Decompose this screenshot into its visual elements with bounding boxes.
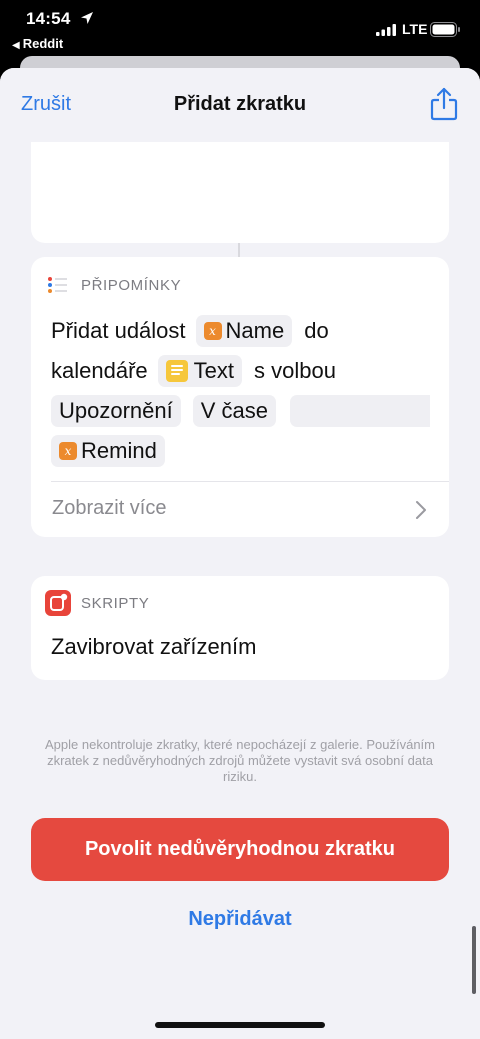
category-label: SKRIPTY (81, 594, 150, 612)
reminders-category: PŘIPOMÍNKY (47, 275, 181, 295)
action-verb: Přidat událost (51, 318, 186, 343)
variable-label: Text (193, 358, 234, 383)
variable-icon: x (59, 442, 77, 460)
navigation-bar: Zrušit Přidat zkratku (0, 68, 480, 142)
option-text: s volbou (254, 358, 336, 383)
scripting-icon (45, 590, 71, 616)
vibrate-action-label: Zavibrovat zařízením (51, 634, 257, 659)
text-variable-token[interactable]: Text (157, 355, 242, 387)
allow-untrusted-button[interactable]: Povolit nedůvěryhodnou zkratku (31, 818, 449, 881)
battery-icon (430, 22, 460, 37)
alert-option-token[interactable]: Upozornění (51, 395, 181, 427)
preposition-text: do (304, 318, 329, 343)
alert-time-token[interactable]: V čase (192, 395, 277, 427)
variable-label: Name (225, 318, 285, 343)
text-document-icon (165, 360, 188, 382)
dont-add-button[interactable]: Nepřidávat (0, 908, 480, 931)
location-arrow-icon (81, 12, 93, 24)
action-connector (238, 243, 240, 257)
remind-variable-token[interactable]: x Remind (51, 435, 165, 467)
share-icon[interactable] (430, 87, 458, 121)
empty-parameter-field[interactable] (290, 395, 431, 427)
home-indicator[interactable] (155, 1022, 325, 1028)
scrollbar[interactable] (472, 926, 476, 994)
category-label: PŘIPOMÍNKY (81, 276, 182, 294)
variable-label: Remind (81, 438, 157, 463)
page-title: Přidat zkratku (173, 93, 307, 115)
reminders-action-card: PŘIPOMÍNKY Přidat událost x Name do kale… (31, 257, 449, 537)
scripts-action-card: SKRIPTY Zavibrovat zařízením (31, 576, 449, 680)
show-more-button[interactable]: Zobrazit více (52, 497, 432, 520)
status-time: 14:54 (26, 9, 71, 28)
back-app-label: Reddit (22, 36, 64, 51)
card-divider (51, 481, 449, 482)
scripts-category: SKRIPTY (45, 590, 149, 616)
status-bar: 14:54 ◀ Reddit LTE (0, 0, 480, 56)
back-triangle-icon: ◀ (12, 40, 20, 51)
variable-icon: x (203, 322, 222, 340)
chevron-right-icon (416, 501, 426, 519)
back-to-app-link[interactable]: ◀ Reddit (12, 36, 63, 51)
name-variable-token[interactable]: x Name (195, 315, 293, 347)
untrusted-disclaimer: Apple nekontroluje zkratky, které nepoch… (45, 737, 435, 784)
signal-strength-icon (376, 24, 396, 36)
reminders-list-icon (48, 277, 67, 293)
calendar-word: kalendáře (51, 358, 148, 383)
network-type: LTE (402, 21, 428, 37)
add-shortcut-sheet: Zrušit Přidat zkratku PŘIPOMÍNKY Přidat (0, 68, 480, 1039)
action-parameters: Přidat událost x Name do kalendáře Text … (51, 311, 449, 471)
